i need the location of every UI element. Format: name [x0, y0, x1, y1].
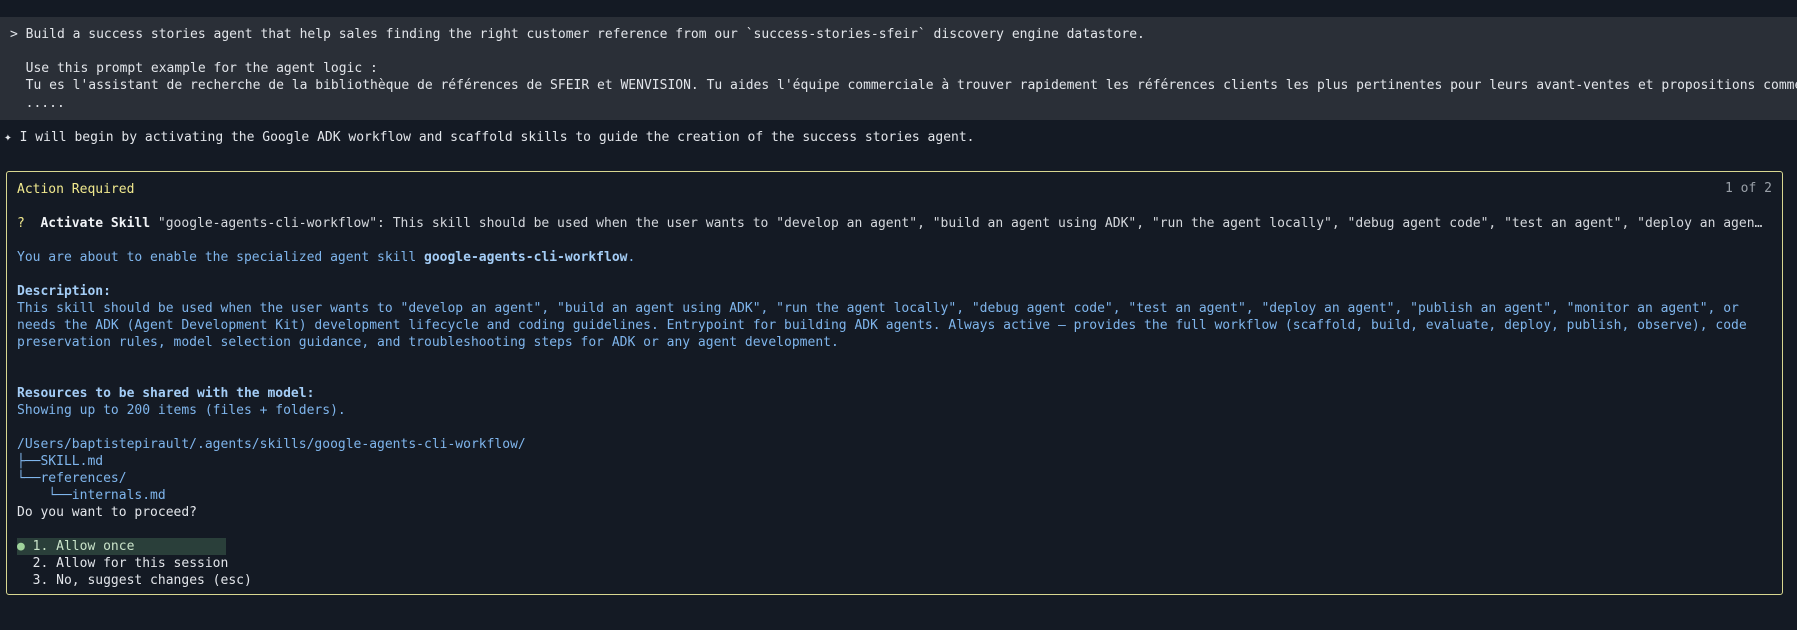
enable-suffix: . — [627, 250, 636, 265]
resources-label: Resources to be shared with the model: — [17, 386, 315, 401]
option-label: 3. No, suggest changes (esc) — [32, 573, 252, 588]
option-marker — [17, 573, 25, 588]
user-prompt-block: > Build a success stories agent that hel… — [0, 17, 1797, 120]
option-allow-session[interactable]: 2. Allow for this session — [17, 555, 229, 572]
description-text: This skill should be used when the user … — [17, 301, 1747, 350]
tree-item-skill-file: ├──SKILL.md — [17, 454, 104, 469]
action-required-panel: Action Required 1 of 2 ? Activate Skill … — [6, 171, 1783, 595]
enable-notice: You are about to enable the specialized … — [17, 249, 635, 266]
option-marker — [17, 556, 25, 571]
enable-prefix: You are about to enable the specialized … — [17, 250, 424, 265]
prompt-line-1: > Build a success stories agent that hel… — [10, 27, 1145, 42]
question-icon: ? — [17, 216, 25, 231]
step-counter: 1 of 2 — [1725, 181, 1772, 196]
resource-root-path: /Users/baptistepirault/.agents/skills/go… — [17, 437, 526, 452]
skill-request-title: Activate Skill — [40, 216, 151, 231]
option-label: 2. Allow for this session — [32, 556, 229, 571]
proceed-question: Do you want to proceed? — [17, 505, 198, 520]
skill-request-text: "google-agents-cli-workflow": This skill… — [157, 216, 1769, 231]
panel-title: Action Required — [17, 182, 135, 197]
tree-item-internals-file: └──internals.md — [17, 488, 166, 503]
prompt-line-3: Tu es l'assistant de recherche de la bib… — [10, 78, 1797, 93]
option-label: 1. Allow once — [32, 539, 135, 554]
terminal-window: > Build a success stories agent that hel… — [0, 0, 1797, 630]
tree-item-references-folder: └──references/ — [17, 471, 127, 486]
agent-message: ✦ I will begin by activating the Google … — [4, 130, 975, 145]
description-label: Description: — [17, 284, 111, 299]
selected-bullet-icon: ● — [17, 539, 25, 554]
enable-skill-name: google-agents-cli-workflow — [424, 250, 628, 265]
skill-request-line: ? Activate Skill "google-agents-cli-work… — [17, 215, 1769, 232]
option-allow-once[interactable]: ● 1. Allow once — [17, 538, 226, 555]
prompt-line-2: Use this prompt example for the agent lo… — [10, 61, 378, 76]
resources-note: Showing up to 200 items (files + folders… — [17, 403, 346, 418]
option-suggest-changes[interactable]: 3. No, suggest changes (esc) — [17, 572, 252, 589]
prompt-line-4: ..... — [10, 96, 65, 111]
